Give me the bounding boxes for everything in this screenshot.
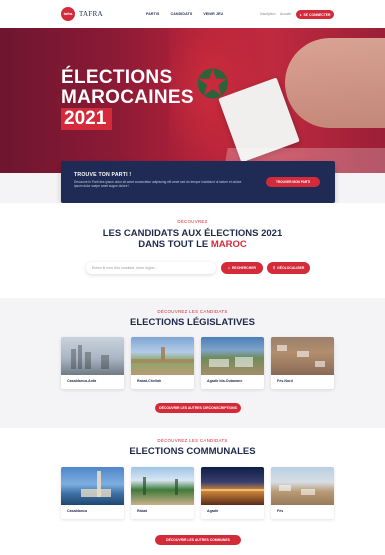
candidates-search-section	[0, 203, 385, 298]
search-input[interactable]	[86, 262, 216, 274]
geolocate-button-label: GÉOLOCALISER	[277, 266, 305, 270]
find-party-text: Découvre le Parti des ipsum dolor sit am…	[74, 180, 242, 189]
commune-card-label: Fès	[277, 509, 284, 513]
region-card-label: Agadir Ida-Outanane	[207, 379, 243, 383]
legislatives-kicker: DÉCOUVREZ LES CANDIDATS	[157, 309, 228, 314]
commune-card-label: Rabat	[137, 509, 147, 513]
logo-text[interactable]: TAFRA	[79, 10, 103, 18]
find-party-title: TROUVE TON PARTI !	[74, 172, 132, 178]
search-icon: ⌕	[228, 266, 230, 270]
region-card-label: Fès-Nord	[277, 379, 293, 383]
geolocate-button[interactable]: ⚲ GÉOLOCALISER	[267, 262, 310, 274]
legislatives-cards: Casablanca-Anfa Rabat-Chellah Agadir Ida…	[61, 337, 334, 389]
main-nav: PARTIS CANDIDATS VENIR JEU	[146, 12, 223, 16]
hero-title-line1: ÉLECTIONS	[61, 67, 173, 88]
hero-year-badge: 2021	[61, 108, 113, 130]
hero-banner: ✪ ÉLECTIONS MAROCAINES 2021	[0, 28, 385, 173]
commune-card-agadir[interactable]: Agadir	[201, 467, 264, 519]
candidates-title-line2: DANS TOUT LE MAROC	[0, 239, 385, 250]
candidates-title: LES CANDIDATS AUX ÉLECTIONS 2021 DANS TO…	[0, 228, 385, 250]
hand-image	[285, 38, 385, 128]
rabat-image	[131, 467, 194, 505]
region-card-agadir-ida-outanane[interactable]: Agadir Ida-Outanane	[201, 337, 264, 389]
candidates-title-accent: MAROC	[210, 239, 247, 250]
nav-item-candidats[interactable]: CANDIDATS	[171, 12, 193, 16]
more-communes-button[interactable]: DÉCOUVRIR LES AUTRES COMMUNES	[155, 535, 241, 545]
commune-card-casablanca[interactable]: Casablanca	[61, 467, 124, 519]
communales-title: ELECTIONS COMMUNALES	[129, 446, 256, 457]
commune-card-label: Agadir	[207, 509, 219, 513]
commune-card-rabat[interactable]: Rabat	[131, 467, 194, 519]
region-card-label: Casablanca-Anfa	[67, 379, 97, 383]
register-link[interactable]: Inscription	[260, 12, 275, 16]
region-card-casablanca-anfa[interactable]: Casablanca-Anfa	[61, 337, 124, 389]
logo-icon[interactable]: tafra	[61, 7, 75, 21]
hero-title: ÉLECTIONS MAROCAINES	[61, 68, 194, 108]
agadir-image	[201, 467, 264, 505]
candidates-title-prefix: DANS TOUT LE	[138, 239, 211, 250]
location-pin-icon: ⚲	[272, 266, 276, 270]
candidates-title-line1: LES CANDIDATS AUX ÉLECTIONS 2021	[102, 228, 283, 239]
nav-item-partis[interactable]: PARTIS	[146, 12, 160, 16]
region-card-label: Rabat-Chellah	[137, 379, 162, 383]
region-card-rabat-chellah[interactable]: Rabat-Chellah	[131, 337, 194, 389]
agadir-ida-outanane-image	[201, 337, 264, 375]
rabat-chellah-image	[131, 337, 194, 375]
find-party-card: TROUVE TON PARTI ! Découvre le Parti des…	[61, 161, 335, 203]
region-card-fes-nord[interactable]: Fès-Nord	[271, 337, 334, 389]
user-icon: ●	[299, 12, 302, 17]
find-party-button[interactable]: TROUVER MON PARTI	[266, 177, 320, 187]
signin-button[interactable]: ● SE CONNECTER	[296, 10, 334, 19]
fes-image	[271, 467, 334, 505]
login-link[interactable]: Accueil	[280, 12, 291, 16]
communales-kicker: DÉCOUVREZ LES CANDIDATS	[157, 438, 228, 443]
communales-cards: Casablanca Rabat Agadir Fès	[61, 467, 334, 519]
candidates-kicker: DÉCOUVREZ	[177, 219, 208, 224]
commune-card-fes[interactable]: Fès	[271, 467, 334, 519]
search-button[interactable]: ⌕ RECHERCHER	[221, 262, 263, 274]
fes-nord-image	[271, 337, 334, 375]
casablanca-image	[61, 467, 124, 505]
casablanca-anfa-image	[61, 337, 124, 375]
legislatives-title: ELECTIONS LÉGISLATIVES	[130, 317, 255, 328]
nav-item-venir-jeu[interactable]: VENIR JEU	[203, 12, 223, 16]
commune-card-label: Casablanca	[67, 509, 87, 513]
top-header: tafra TAFRA PARTIS CANDIDATS VENIR JEU I…	[0, 0, 385, 28]
hero-title-line2: MAROCAINES	[61, 87, 194, 108]
more-circonscriptions-button[interactable]: DÉCOUVRIR LES AUTRES CIRCONSCRIPTIONS	[155, 403, 241, 413]
search-button-label: RECHERCHER	[231, 266, 256, 270]
signin-button-label: SE CONNECTER	[303, 12, 331, 17]
